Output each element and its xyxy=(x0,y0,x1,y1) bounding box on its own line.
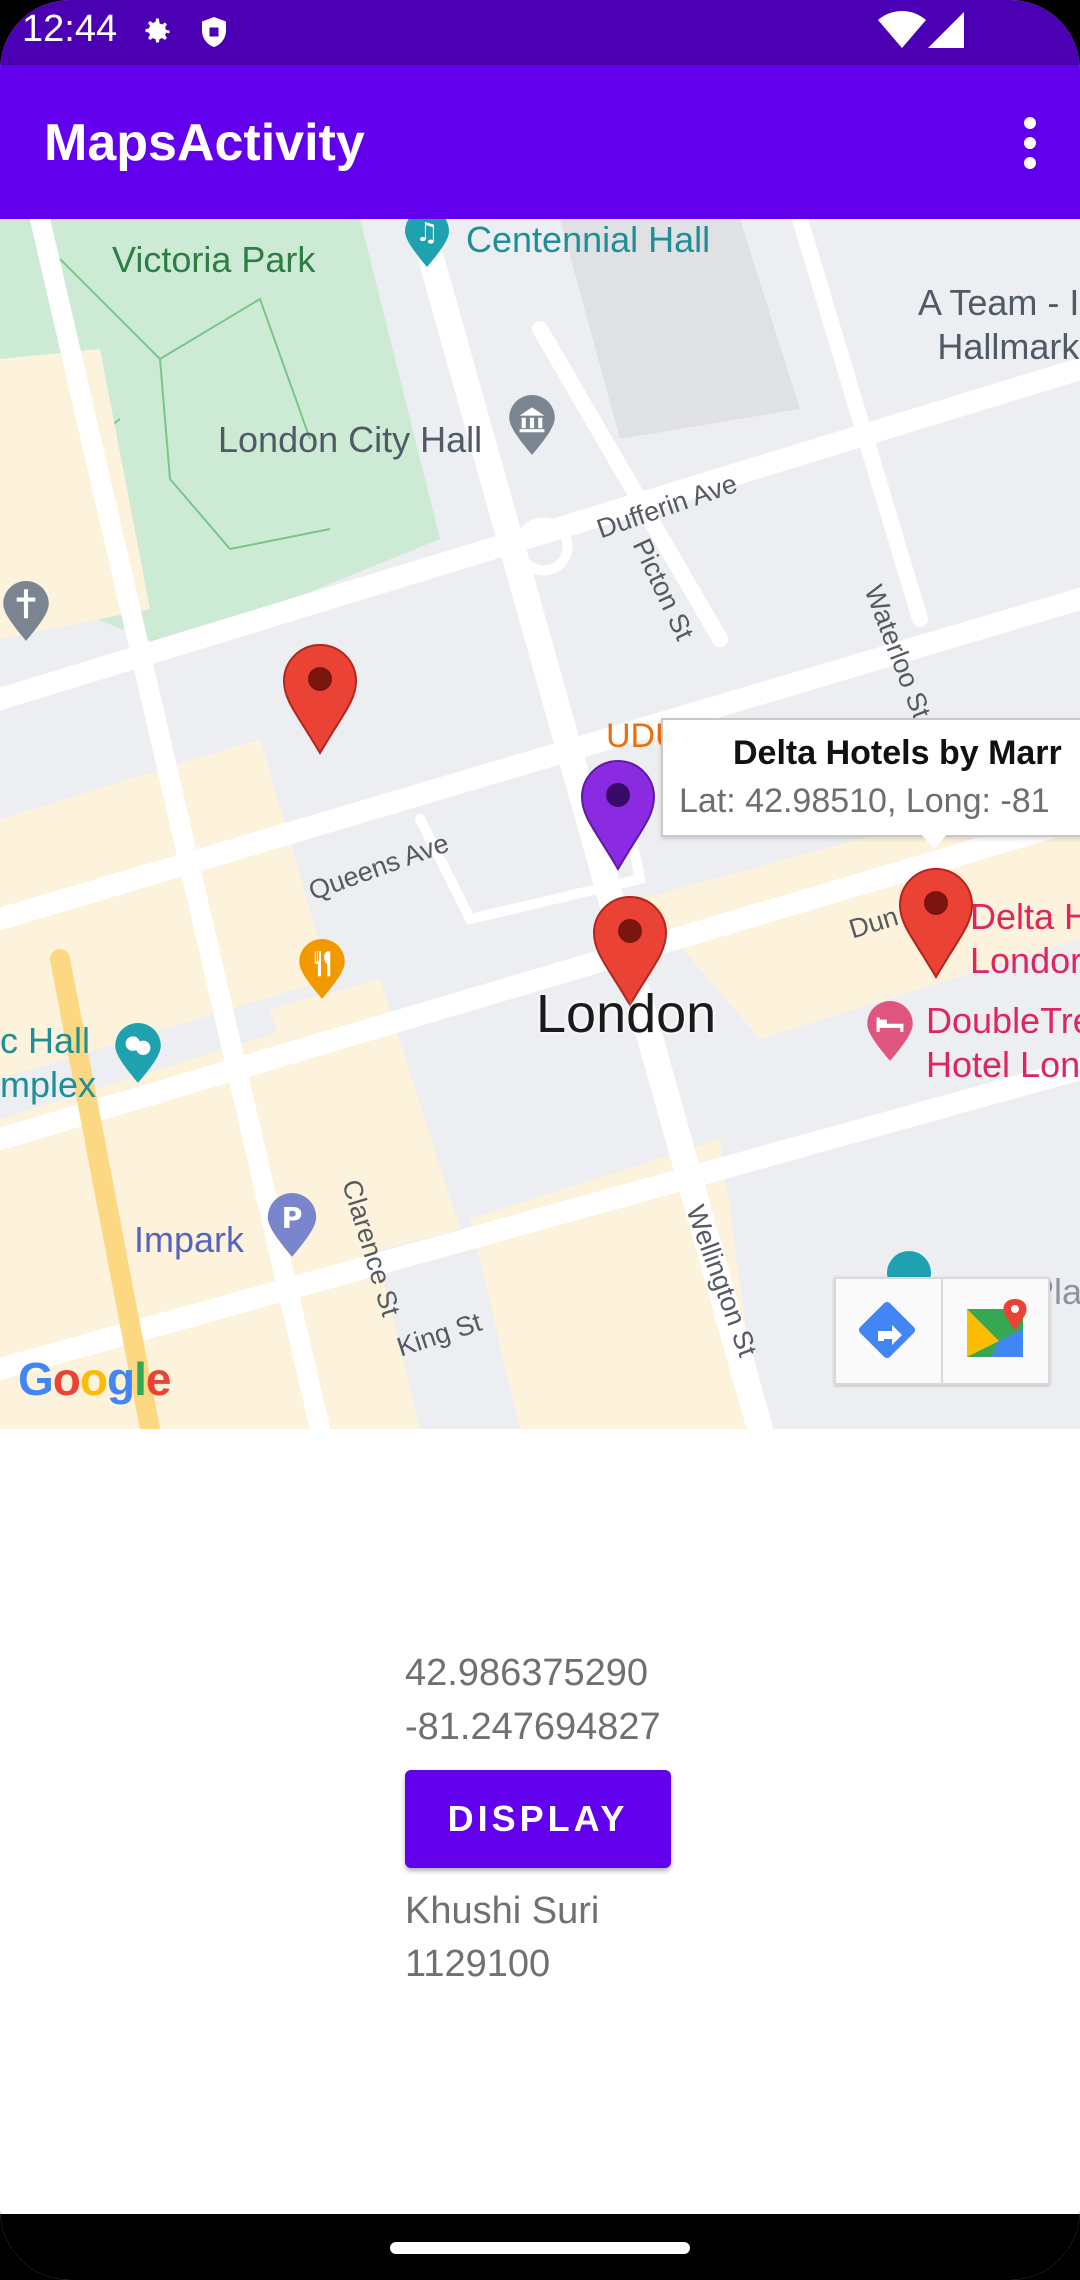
hotel-icon xyxy=(864,1001,916,1063)
poi-hall-line1: c Hall xyxy=(0,1020,91,1061)
music-icon: ♫ xyxy=(402,219,452,269)
status-time: 12:44 xyxy=(22,8,118,50)
app-screen: 12:44 MapsActivity Victoria Park Centenn… xyxy=(0,0,1080,2280)
status-bar: 12:44 xyxy=(0,0,1080,65)
parking-icon: P xyxy=(264,1193,320,1259)
display-button[interactable]: DISPLAY xyxy=(405,1770,671,1868)
student-name-text: Khushi Suri xyxy=(405,1890,600,1932)
poi-impark[interactable]: Impark xyxy=(134,1219,244,1261)
poi-victoria-park: Victoria Park xyxy=(112,239,316,280)
settings-icon xyxy=(138,14,174,55)
theater-icon xyxy=(112,1023,164,1085)
student-id-text: 1129100 xyxy=(405,1943,551,1985)
directions-button[interactable] xyxy=(836,1279,941,1383)
open-in-maps-button[interactable] xyxy=(943,1279,1048,1383)
info-window-title: Delta Hotels by Marr xyxy=(733,734,1062,772)
home-gesture-handle[interactable] xyxy=(390,2242,690,2254)
overflow-dot-icon xyxy=(1024,117,1036,129)
cellular-signal-icon xyxy=(928,12,964,53)
poi-doubletree-line2: Hotel Lon xyxy=(926,1044,1080,1085)
restaurant-icon xyxy=(296,939,348,1001)
poi-a-team-line2: Hallmark xyxy=(937,326,1080,367)
marker-info-window[interactable]: Delta Hotels by Marr Lat: 42.98510, Long… xyxy=(661,718,1080,837)
map-view[interactable]: Victoria Park Centennial Hall ♫ A Team -… xyxy=(0,219,1080,1429)
shield-icon xyxy=(196,14,232,55)
poi-hall-line2: mplex xyxy=(0,1064,97,1105)
poi-delta-hotels[interactable]: Delta H Londor xyxy=(970,895,1080,983)
app-bar: MapsActivity xyxy=(0,65,1080,219)
poi-centennial-hall[interactable]: Centennial Hall xyxy=(466,219,710,261)
app-title: MapsActivity xyxy=(44,114,365,172)
poi-delta-line1: Delta H xyxy=(970,896,1080,937)
poi-doubletree[interactable]: DoubleTre Hotel Lon xyxy=(926,999,1080,1087)
google-logo: Google xyxy=(18,1353,171,1405)
overflow-menu-button[interactable] xyxy=(1010,113,1050,173)
svg-text:♫: ♫ xyxy=(415,219,438,248)
overflow-dot-icon xyxy=(1024,137,1036,149)
wifi-icon xyxy=(878,10,926,55)
church-icon xyxy=(0,581,52,643)
poi-a-team-hallmark[interactable]: A Team - I Hallmark xyxy=(918,281,1079,369)
map-marker-red-selected[interactable] xyxy=(898,867,974,979)
poi-doubletree-line1: DoubleTre xyxy=(926,1000,1080,1041)
map-marker-red[interactable] xyxy=(282,643,358,755)
poi-london-city-hall[interactable]: London City Hall xyxy=(218,419,482,461)
poi-delta-line2: Londor xyxy=(970,940,1080,981)
svg-text:P: P xyxy=(282,1201,303,1235)
map-marker-purple[interactable] xyxy=(580,759,656,871)
overflow-dot-icon xyxy=(1024,157,1036,169)
info-window-snippet: Lat: 42.98510, Long: -81 xyxy=(679,782,1050,820)
poi-a-team-line1: A Team - I xyxy=(918,282,1080,323)
latitude-text: 42.986375290 xyxy=(405,1652,649,1694)
poi-hall-complex[interactable]: c Hall mplex xyxy=(0,1019,96,1107)
longitude-text: -81.247694827 xyxy=(405,1706,661,1748)
map-toolbar xyxy=(834,1277,1050,1385)
government-building-icon xyxy=(506,395,558,457)
map-city-label: London xyxy=(536,984,717,1044)
info-window-pointer xyxy=(920,833,948,849)
